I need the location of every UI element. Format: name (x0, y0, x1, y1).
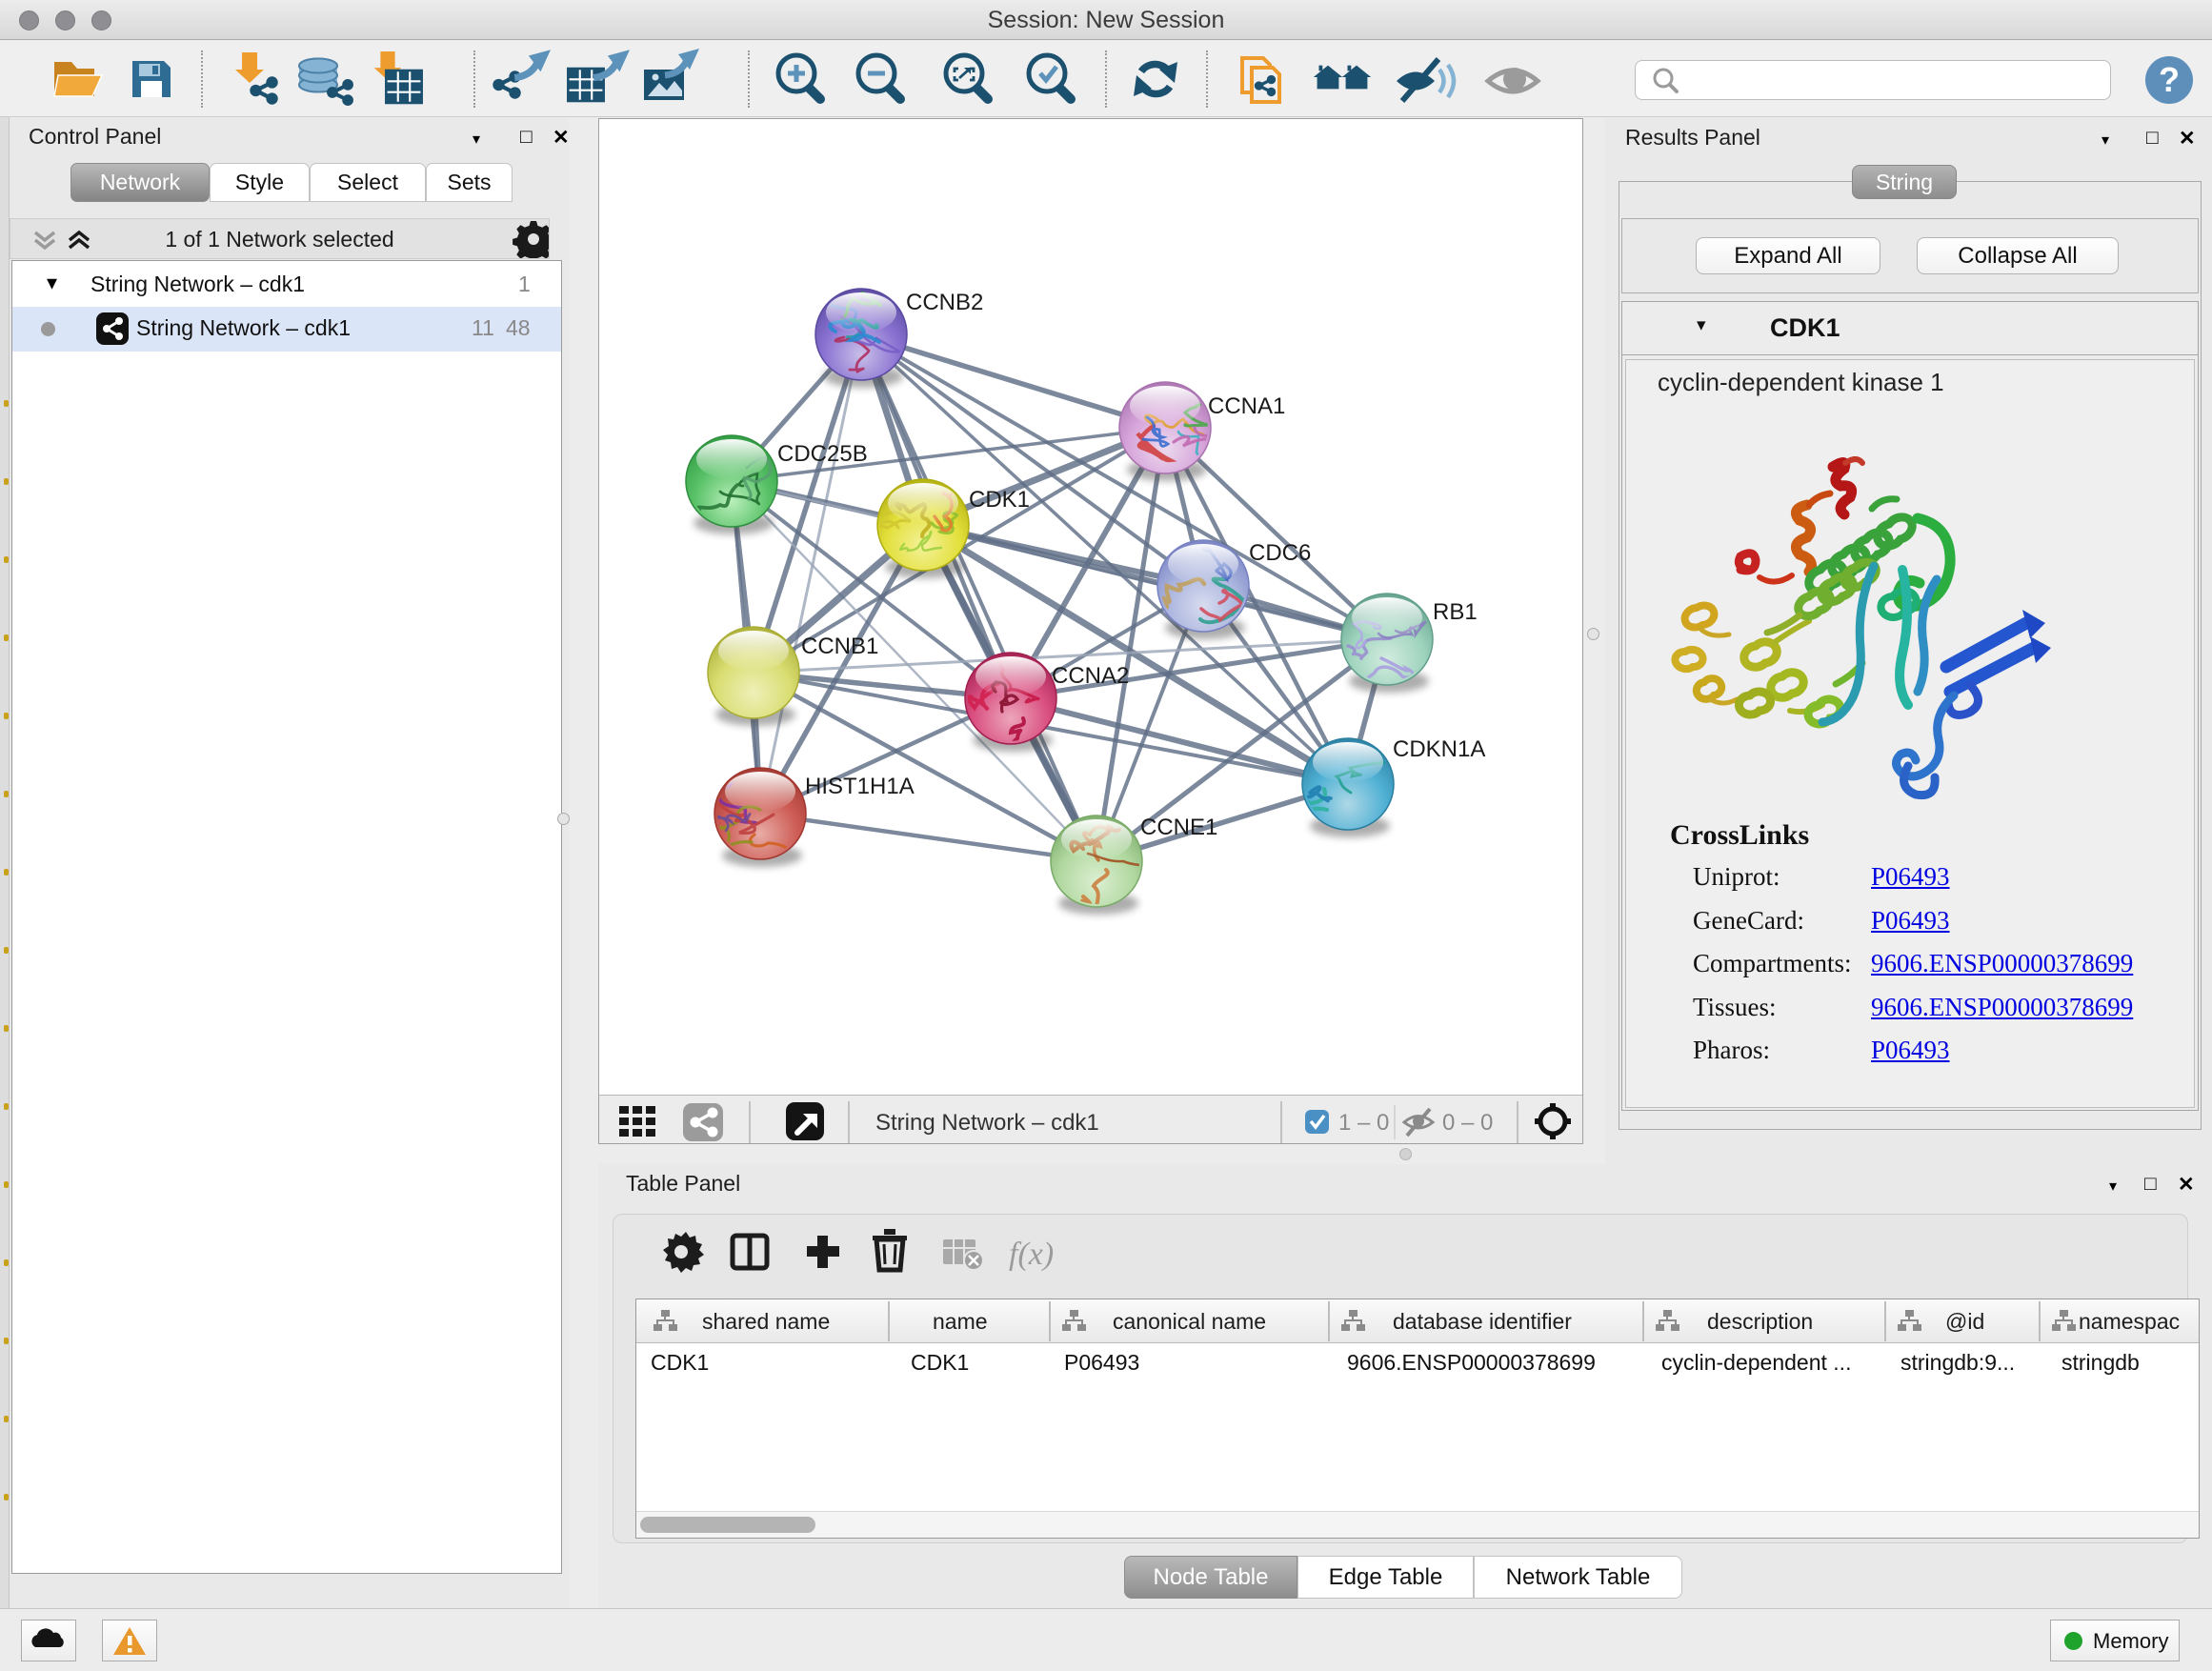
svg-text:CCNA2: CCNA2 (1052, 663, 1129, 689)
svg-text:CCNA1: CCNA1 (1208, 393, 1285, 419)
svg-text:namespac: namespac (2079, 1309, 2180, 1334)
svg-text:f(x): f(x) (1009, 1237, 1054, 1272)
svg-text:CDC25B: CDC25B (777, 441, 868, 467)
svg-text:CCNE1: CCNE1 (1140, 815, 1217, 840)
svg-text:String Network – cdk1: String Network – cdk1 (875, 1110, 1099, 1136)
svg-text:shared name: shared name (702, 1309, 830, 1334)
svg-text:database identifier: database identifier (1393, 1309, 1572, 1334)
svg-text:name: name (933, 1309, 988, 1334)
svg-text:description: description (1707, 1309, 1813, 1334)
svg-text:CCNB1: CCNB1 (801, 634, 878, 659)
svg-text:CDK1: CDK1 (969, 487, 1030, 513)
svg-text:CCNB2: CCNB2 (906, 290, 983, 315)
svg-text:RB1: RB1 (1433, 599, 1478, 625)
svg-text:HIST1H1A: HIST1H1A (805, 774, 915, 799)
svg-text:canonical name: canonical name (1113, 1309, 1266, 1334)
svg-text:1 – 0: 1 – 0 (1338, 1110, 1389, 1136)
svg-text:0 – 0: 0 – 0 (1442, 1110, 1493, 1136)
svg-text:CDKN1A: CDKN1A (1393, 736, 1485, 762)
svg-text:?: ? (2159, 60, 2180, 99)
svg-text:@id: @id (1945, 1309, 1984, 1334)
svg-text:CDC6: CDC6 (1249, 540, 1311, 566)
